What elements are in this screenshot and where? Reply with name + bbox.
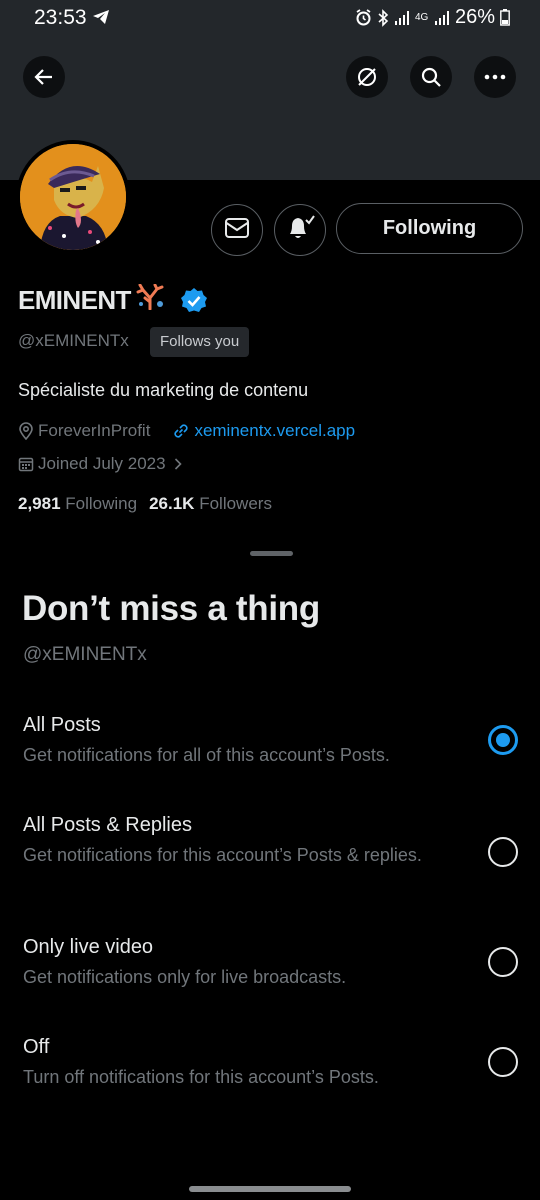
following-count: 2,981 [18, 494, 61, 513]
status-icons: 4G 26% [355, 6, 510, 29]
bluetooth-icon [377, 8, 389, 27]
message-button[interactable] [211, 204, 263, 256]
option-description: Get notifications for this account’s Pos… [23, 845, 422, 865]
profile-handle: @xEMINENTx [18, 331, 129, 350]
chevron-right-icon [174, 458, 186, 470]
telegram-icon [92, 9, 110, 30]
arrow-left-icon [33, 66, 55, 88]
option-label: Off [23, 1036, 50, 1058]
followers-label: Followers [199, 494, 272, 513]
profile-location: ForeverInProfit [38, 421, 151, 440]
profile-joined-date: Joined July 2023 [38, 454, 166, 473]
option-all-posts-replies[interactable]: All Posts & Replies Get notifications fo… [0, 814, 540, 904]
profile-website-link[interactable]: xeminentx.vercel.app [194, 421, 355, 441]
following-button[interactable]: Following [336, 203, 523, 254]
followers-count: 26.1K [149, 494, 195, 513]
back-button[interactable] [23, 56, 65, 98]
radio-off[interactable] [488, 1047, 518, 1077]
calendar-icon [18, 456, 38, 472]
display-name: EMINENT [18, 283, 165, 317]
option-description: Get notifications for all of this accoun… [23, 745, 390, 765]
bell-check-icon [285, 214, 315, 247]
avatar-image [20, 144, 126, 250]
sheet-drag-handle[interactable] [250, 551, 293, 556]
following-stat[interactable]: 2,981 Following [18, 494, 137, 514]
radio-all-posts-selected[interactable] [488, 725, 518, 755]
more-button[interactable] [474, 56, 516, 98]
profile-meta-row: ForeverInProfit xeminentx.vercel.app [18, 421, 355, 441]
notification-settings-sheet: Don’t miss a thing @xEMINENTx All Posts … [0, 537, 540, 1200]
status-bar: 23:53 4G 26% [0, 0, 540, 36]
option-description: Get notifications only for live broadcas… [23, 967, 347, 987]
profile-joined-row[interactable]: Joined July 2023 [18, 454, 186, 474]
profile-stats: 2,981 Following 26.1K Followers [18, 494, 272, 514]
more-horizontal-icon [484, 74, 506, 80]
notifications-button[interactable] [274, 204, 326, 256]
battery-icon [500, 9, 510, 26]
envelope-icon [224, 217, 250, 244]
option-off[interactable]: Off Turn off notifications for this acco… [0, 1036, 540, 1126]
location-pin-icon [18, 422, 38, 440]
profile-bio: Spécialiste du marketing de contenu [18, 380, 309, 400]
display-name-text: EMINENT [18, 285, 131, 315]
sheet-account-handle: @xEMINENTx [23, 644, 147, 665]
option-label: All Posts & Replies [23, 814, 192, 836]
option-all-posts[interactable]: All Posts Get notifications for all of t… [0, 714, 540, 804]
follows-you-badge: Follows you [150, 327, 250, 357]
avatar[interactable] [16, 140, 130, 254]
option-description: Turn off notifications for this account’… [23, 1067, 379, 1087]
followers-stat[interactable]: 26.1K Followers [149, 494, 272, 514]
signal-icon [394, 10, 410, 26]
battery-level: 26% [454, 6, 495, 28]
radio-all-posts-replies[interactable] [488, 837, 518, 867]
option-label: All Posts [23, 714, 101, 736]
search-button[interactable] [410, 56, 452, 98]
alarm-icon [355, 9, 372, 26]
network-type: 4G [414, 11, 429, 23]
search-icon [420, 66, 442, 88]
option-label: Only live video [23, 936, 154, 958]
status-time: 23:53 [34, 6, 87, 29]
coral-emoji-icon [135, 283, 165, 317]
verified-badge-icon [180, 287, 208, 320]
link-icon [172, 422, 194, 440]
option-only-live-video[interactable]: Only live video Get notifications only f… [0, 936, 540, 1026]
sheet-title: Don’t miss a thing [22, 589, 320, 628]
signal-icon-2 [434, 10, 450, 26]
eye-slash-icon [355, 65, 379, 89]
hide-profile-button[interactable] [346, 56, 388, 98]
home-indicator[interactable] [189, 1186, 351, 1192]
following-label: Following [65, 494, 138, 513]
radio-only-live-video[interactable] [488, 947, 518, 977]
